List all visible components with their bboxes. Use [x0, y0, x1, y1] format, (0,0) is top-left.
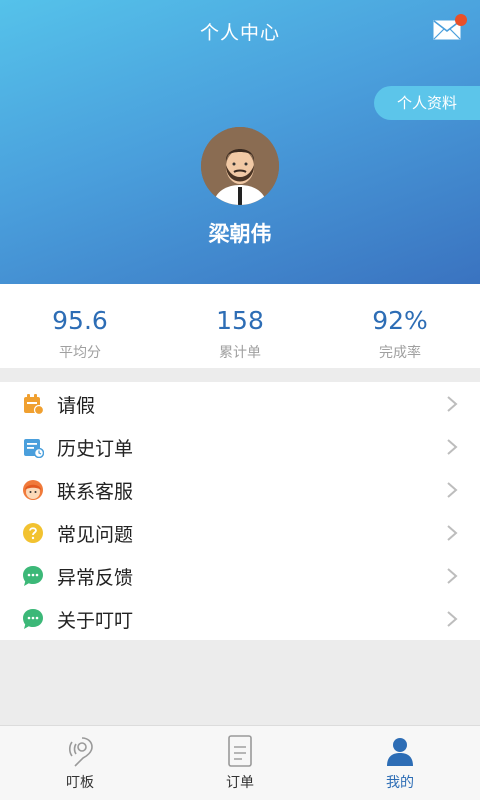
chevron-right-icon	[447, 482, 458, 498]
leave-calendar-icon	[24, 394, 44, 415]
profile-header: 个人中心 个人资料 梁朝伟	[0, 0, 480, 284]
stats-panel: 95.6 平均分 158 累计单 92% 完成率	[0, 284, 480, 368]
history-order-icon	[24, 439, 44, 458]
menu-item-about[interactable]: 关于叮叮	[0, 597, 480, 640]
menu-item-label: 历史订单	[57, 438, 134, 460]
stat-label: 平均分	[59, 345, 101, 361]
tab-label: 我的	[386, 775, 414, 791]
tab-dingban[interactable]: 叮板	[0, 726, 160, 800]
stat-value: 158	[216, 306, 264, 335]
question-icon	[23, 523, 43, 543]
location-pin-icon	[68, 737, 93, 767]
about-chat-icon	[23, 609, 43, 629]
stat-value: 92%	[372, 306, 428, 335]
menu-item-feedback[interactable]: 异常反馈	[0, 554, 480, 597]
chevron-right-icon	[447, 396, 458, 412]
menu-item-label: 常见问题	[57, 524, 134, 546]
menu-item-customer-service[interactable]: 联系客服	[0, 468, 480, 511]
tab-label: 叮板	[66, 775, 94, 791]
menu-item-label: 关于叮叮	[57, 610, 134, 632]
tab-orders[interactable]: 订单	[160, 726, 320, 800]
user-profile-icon	[387, 738, 413, 766]
notification-dot	[455, 14, 467, 26]
stat-label: 完成率	[379, 345, 421, 361]
menu-item-label: 联系客服	[57, 481, 134, 503]
stat-completion-rate: 92% 完成率	[320, 284, 480, 368]
chevron-right-icon	[447, 439, 458, 455]
bearded-man-avatar-icon	[201, 127, 279, 205]
stat-label: 累计单	[219, 345, 261, 361]
customer-service-icon	[23, 480, 43, 500]
order-document-icon	[228, 735, 252, 767]
stat-value: 95.6	[52, 306, 108, 335]
chevron-right-icon	[447, 525, 458, 541]
tab-label: 订单	[226, 775, 254, 791]
bottom-tab-bar: 叮板 订单 我的	[0, 725, 480, 800]
avatar[interactable]	[201, 127, 279, 205]
menu-item-faq[interactable]: 常见问题	[0, 511, 480, 554]
username: 梁朝伟	[208, 222, 272, 246]
menu-item-history-orders[interactable]: 历史订单	[0, 425, 480, 468]
stat-total-orders: 158 累计单	[160, 284, 320, 368]
profile-info-button[interactable]: 个人资料	[374, 86, 480, 120]
menu-item-label: 异常反馈	[57, 567, 134, 589]
menu-list: 请假 历史订单 联系客服 常见问题 异常反馈 关于叮叮	[0, 382, 480, 640]
feedback-chat-icon	[23, 566, 43, 586]
chevron-right-icon	[447, 611, 458, 627]
menu-item-label: 请假	[57, 395, 96, 417]
chevron-right-icon	[447, 568, 458, 584]
tab-mine[interactable]: 我的	[320, 726, 480, 800]
page-title: 个人中心	[199, 22, 280, 44]
menu-item-leave[interactable]: 请假	[0, 382, 480, 425]
stat-average-score: 95.6 平均分	[0, 284, 160, 368]
